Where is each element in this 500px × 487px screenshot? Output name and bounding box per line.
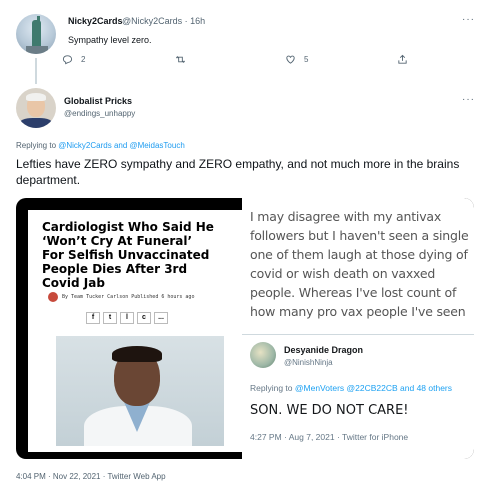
author-avatar <box>48 292 58 302</box>
replying-users: @MenVoters @22CB22CB and 48 others <box>294 383 453 393</box>
quoted-author-handle: @NinishNinja <box>284 358 333 367</box>
article-share-row: f t l c ... <box>86 312 168 324</box>
avatar[interactable] <box>16 88 56 128</box>
quoted-tweet-text: I may disagree with my antivax followers… <box>250 209 469 319</box>
quoted-timestamp: 4:27 PM · Aug 7, 2021 · Twitter for iPho… <box>250 432 409 442</box>
author-handle[interactable]: @endings_unhappy <box>64 109 135 118</box>
comment-icon: c <box>137 312 151 324</box>
tweet-media-image[interactable]: Cardiologist Who Said He ‘Won’t Cry At F… <box>16 198 474 459</box>
author-handle[interactable]: @Nicky2Cards · 16h <box>122 16 205 26</box>
divider <box>242 334 474 335</box>
retweet-button[interactable] <box>175 54 194 65</box>
author-name[interactable]: Nicky2Cards <box>68 16 123 26</box>
statue-base-shape <box>26 46 48 54</box>
reply-button[interactable]: 2 <box>62 54 85 65</box>
twitter-icon: t <box>103 312 117 324</box>
avatar-hair-shape <box>26 93 46 101</box>
tweet-text: Lefties have ZERO sympathy and ZERO empa… <box>16 157 460 187</box>
quoted-author-name: Desyanide Dragon <box>284 345 364 355</box>
reply-count: 2 <box>81 55 86 64</box>
byline-text: By Team Tucker Carlson Published 6 hours… <box>62 294 195 300</box>
tweet-timestamp[interactable]: 4:04 PM · Nov 22, 2021 · Twitter Web App <box>16 472 166 481</box>
article-headline: Cardiologist Who Said He ‘Won’t Cry At F… <box>42 220 214 290</box>
statue-arm-shape <box>37 16 40 26</box>
more-icon: ... <box>154 312 168 324</box>
more-icon[interactable]: ··· <box>462 94 475 105</box>
avatar <box>250 342 276 368</box>
share-button[interactable] <box>397 54 408 65</box>
avatar[interactable] <box>16 14 56 54</box>
share-icon <box>398 54 407 64</box>
like-button[interactable]: 5 <box>285 54 308 65</box>
replying-prefix: Replying to <box>250 383 295 393</box>
reply-context-tweet[interactable]: Nicky2Cards @Nicky2Cards · 16h Sympathy … <box>0 0 500 80</box>
like-icon <box>286 55 295 64</box>
replying-to: Replying to @Nicky2Cards and @MeidasTouc… <box>16 141 185 150</box>
replying-prefix: Replying to <box>16 141 59 150</box>
link-icon: l <box>120 312 134 324</box>
article-screenshot: Cardiologist Who Said He ‘Won’t Cry At F… <box>28 210 248 452</box>
quoted-tweet-screenshot: I may disagree with my antivax followers… <box>242 198 474 459</box>
reply-icon <box>62 55 73 65</box>
photo-hair-shape <box>112 346 162 362</box>
quoted-reply-text: SON. WE DO NOT CARE! <box>250 403 409 418</box>
thread-line <box>35 58 37 84</box>
quoted-replying-to: Replying to @MenVoters @22CB22CB and 48 … <box>250 383 452 393</box>
retweet-icon <box>175 55 186 64</box>
action-bar: 2 5 <box>62 54 422 68</box>
article-byline: By Team Tucker Carlson Published 6 hours… <box>48 292 194 302</box>
more-icon[interactable]: ··· <box>462 14 475 25</box>
tweet-text: Sympathy level zero. <box>68 35 152 45</box>
author-name[interactable]: Globalist Pricks <box>64 96 132 106</box>
facebook-icon: f <box>86 312 100 324</box>
like-count: 5 <box>304 55 309 64</box>
replying-users-link[interactable]: @Nicky2Cards and @MeidasTouch <box>58 141 185 150</box>
article-photo <box>56 336 224 446</box>
avatar-body-shape <box>19 118 53 128</box>
